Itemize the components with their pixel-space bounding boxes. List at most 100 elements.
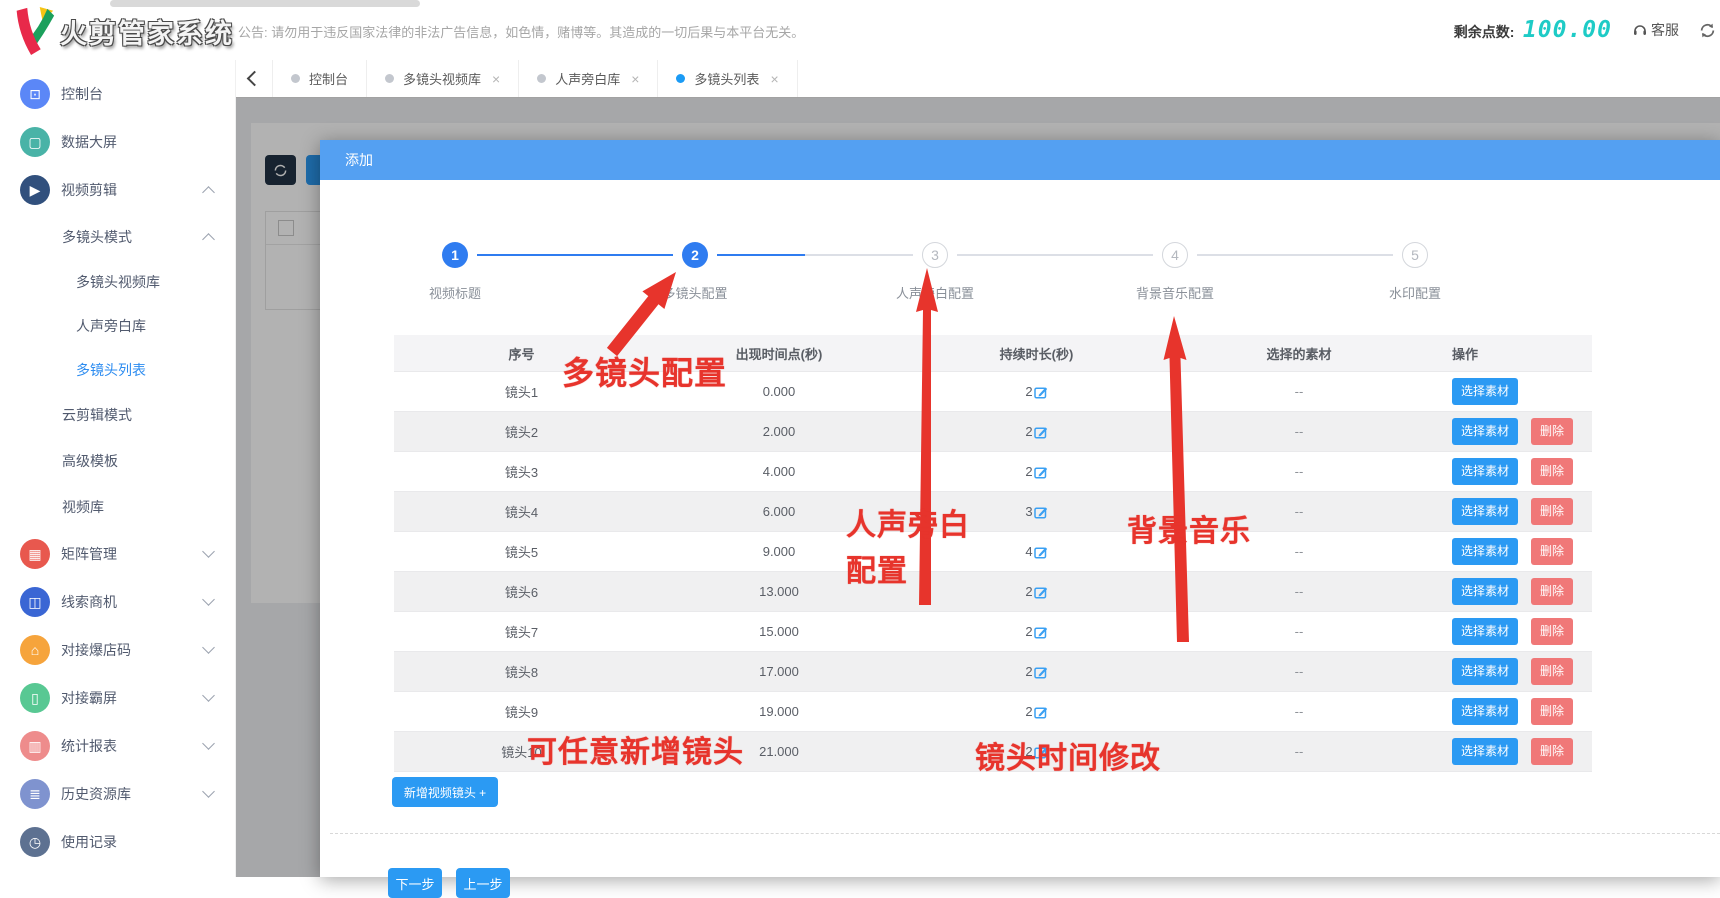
flame-logo-icon xyxy=(10,6,56,56)
sidebar-item[interactable]: ▢ 数据大屏 xyxy=(0,118,235,166)
delete-shot-button[interactable]: 删除 xyxy=(1531,618,1573,644)
refresh-page-button[interactable] xyxy=(1699,22,1716,39)
select-material-button[interactable]: 选择素材 xyxy=(1452,738,1518,764)
select-material-button[interactable]: 选择素材 xyxy=(1452,618,1518,644)
tab-close-icon[interactable]: × xyxy=(770,71,778,87)
report-icon: ▥ xyxy=(20,731,50,761)
delete-shot-button[interactable]: 删除 xyxy=(1531,538,1573,564)
table-row: 镜头9 19.000 2 -- xyxy=(394,692,1592,732)
shot-name: 镜头6 xyxy=(394,582,649,601)
customer-service-button[interactable]: 客服 xyxy=(1632,20,1679,40)
shot-duration: 2 xyxy=(1025,664,1032,679)
tab-close-icon[interactable]: × xyxy=(631,71,639,87)
shot-name: 镜头3 xyxy=(394,462,649,481)
sidebar-item[interactable]: 多镜头列表 xyxy=(0,348,235,392)
sidebar-item[interactable]: 人声旁白库 xyxy=(0,304,235,348)
sidebar-item[interactable]: ◫ 线索商机 xyxy=(0,578,235,626)
sidebar-nav: ⊡ 控制台 ▢ 数据大屏 ▶ 视频剪辑 多镜头模式 多镜头视频库 xyxy=(0,60,236,877)
edit-duration-icon[interactable] xyxy=(1034,665,1048,679)
select-material-button[interactable]: 选择素材 xyxy=(1452,458,1518,484)
top-header-bar: 火剪管家系统 公告: 请勿用于违反国家法律的非法广告信息，如色情，赌博等。其造成… xyxy=(0,0,1720,61)
select-material-button[interactable]: 选择素材 xyxy=(1452,418,1518,444)
table-row: 镜头7 15.000 2 -- xyxy=(394,612,1592,652)
edit-duration-icon[interactable] xyxy=(1034,625,1048,639)
delete-shot-button[interactable]: 删除 xyxy=(1531,738,1573,764)
edit-duration-icon[interactable] xyxy=(1034,465,1048,479)
shot-name: 镜头4 xyxy=(394,502,649,521)
tabs-container: 控制台 多镜头视频库 × 人声旁白库 × 多镜头列表 × xyxy=(273,60,798,97)
delete-shot-button[interactable]: 删除 xyxy=(1531,698,1573,724)
sidebar-item[interactable]: 视频库 xyxy=(0,484,235,530)
select-material-button[interactable]: 选择素材 xyxy=(1452,538,1518,564)
app-logo: 火剪管家系统 xyxy=(10,6,234,56)
step-wizard: 1 视频标题 2 多镜头配置 3 人声旁白配置 4 xyxy=(335,242,1535,302)
sidebar-item[interactable]: ▦ 矩阵管理 xyxy=(0,530,235,578)
delete-shot-button[interactable]: 删除 xyxy=(1531,498,1573,524)
sidebar-item[interactable]: ≣ 历史资源库 xyxy=(0,770,235,818)
edit-duration-icon[interactable] xyxy=(1034,505,1048,519)
edit-duration-icon[interactable] xyxy=(1034,385,1048,399)
sidebar-item[interactable]: ⊡ 控制台 xyxy=(0,70,235,118)
edit-duration-icon[interactable] xyxy=(1034,745,1048,759)
shot-material: -- xyxy=(1164,704,1434,719)
record-icon: ◷ xyxy=(20,827,50,857)
delete-shot-button[interactable]: 删除 xyxy=(1531,418,1573,444)
col-header-material: 选择的素材 xyxy=(1164,344,1434,363)
select-material-button[interactable]: 选择素材 xyxy=(1452,498,1518,524)
shot-start-time: 15.000 xyxy=(649,624,909,639)
edit-duration-icon[interactable] xyxy=(1034,585,1048,599)
shot-name: 镜头1 xyxy=(394,382,649,401)
tabs-scroll-left-button[interactable] xyxy=(236,60,273,97)
tab-item[interactable]: 多镜头视频库 × xyxy=(367,60,519,97)
sidebar-item[interactable]: ▥ 统计报表 xyxy=(0,722,235,770)
tab-item[interactable]: 控制台 xyxy=(273,60,367,97)
shot-duration: 2 xyxy=(1025,744,1032,759)
chevron-icon xyxy=(202,785,215,798)
sidebar-item-label: 多镜头列表 xyxy=(76,360,146,380)
chevron-icon xyxy=(202,593,215,606)
shot-material: -- xyxy=(1164,384,1434,399)
step-number: 4 xyxy=(1162,242,1188,268)
delete-shot-button[interactable]: 删除 xyxy=(1531,658,1573,684)
shot-material: -- xyxy=(1164,544,1434,559)
prev-step-button[interactable]: 上一步 xyxy=(456,868,510,898)
select-material-button[interactable]: 选择素材 xyxy=(1452,378,1518,404)
edit-duration-icon[interactable] xyxy=(1034,425,1048,439)
tab-label: 人声旁白库 xyxy=(555,69,620,88)
shot-start-time: 17.000 xyxy=(649,664,909,679)
next-step-button[interactable]: 下一步 xyxy=(388,868,442,898)
col-header-start: 出现时间点(秒) xyxy=(649,344,909,363)
add-shot-button[interactable]: 新增视频镜头 + xyxy=(392,777,498,807)
tab-item[interactable]: 人声旁白库 × xyxy=(519,60,658,97)
wizard-step: 4 背景音乐配置 xyxy=(1055,242,1295,302)
tab-close-icon[interactable]: × xyxy=(492,71,500,87)
step-number: 3 xyxy=(922,242,948,268)
edit-duration-icon[interactable] xyxy=(1034,705,1048,719)
chevron-left-icon xyxy=(246,71,262,87)
sidebar-item[interactable]: ▯ 对接霸屏 xyxy=(0,674,235,722)
edit-duration-icon[interactable] xyxy=(1034,545,1048,559)
sidebar-item[interactable]: 高级模板 xyxy=(0,438,235,484)
sidebar-item[interactable]: 多镜头模式 xyxy=(0,214,235,260)
table-row: 镜头10 21.000 2 -- xyxy=(394,732,1592,772)
chevron-icon xyxy=(202,689,215,702)
tab-item[interactable]: 多镜头列表 × xyxy=(658,60,797,97)
delete-shot-button[interactable]: 删除 xyxy=(1531,578,1573,604)
select-material-button[interactable]: 选择素材 xyxy=(1452,698,1518,724)
chevron-icon xyxy=(202,545,215,558)
shot-material: -- xyxy=(1164,584,1434,599)
sidebar-item[interactable]: ◷ 使用记录 xyxy=(0,818,235,866)
shot-duration: 2 xyxy=(1025,704,1032,719)
sidebar-item[interactable]: 多镜头视频库 xyxy=(0,260,235,304)
shot-duration: 3 xyxy=(1025,504,1032,519)
select-material-button[interactable]: 选择素材 xyxy=(1452,578,1518,604)
sidebar-item[interactable]: ⌂ 对接爆店码 xyxy=(0,626,235,674)
select-material-button[interactable]: 选择素材 xyxy=(1452,658,1518,684)
sidebar-item-label: 线索商机 xyxy=(61,592,117,612)
shot-start-time: 9.000 xyxy=(649,544,909,559)
shot-start-time: 0.000 xyxy=(649,384,909,399)
sidebar-item[interactable]: 云剪辑模式 xyxy=(0,392,235,438)
delete-shot-button[interactable]: 删除 xyxy=(1531,458,1573,484)
sidebar-item[interactable]: ▶ 视频剪辑 xyxy=(0,166,235,214)
sidebar-item-label: 视频库 xyxy=(62,497,104,517)
